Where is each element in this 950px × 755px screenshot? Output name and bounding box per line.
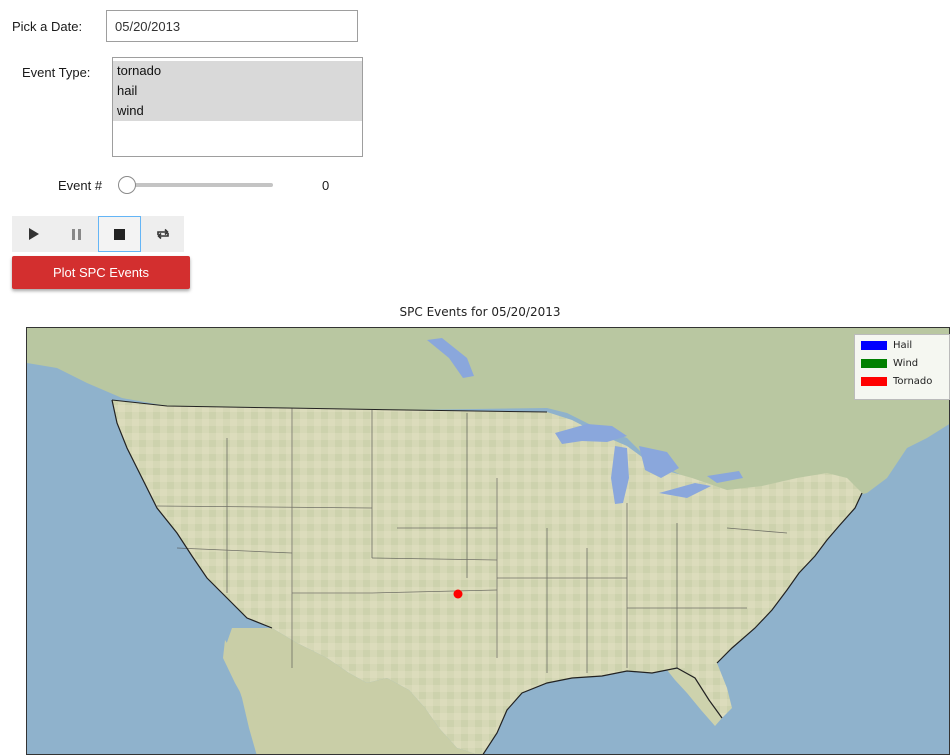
- us-map: [27, 328, 949, 754]
- legend-label-hail: Hail: [893, 340, 913, 351]
- map-plot: [26, 327, 950, 755]
- stop-button[interactable]: [98, 216, 141, 252]
- date-label: Pick a Date:: [12, 19, 83, 34]
- legend-swatch-wind: [861, 359, 887, 368]
- stop-icon: [114, 228, 125, 240]
- repeat-button[interactable]: [141, 216, 184, 252]
- event-number-label: Event #: [58, 178, 103, 193]
- date-input[interactable]: [106, 10, 358, 42]
- event-slider-handle[interactable]: [118, 176, 136, 194]
- event-slider-value: 0: [322, 178, 330, 193]
- legend-item-tornado: Tornado: [855, 374, 949, 389]
- pause-button[interactable]: [55, 216, 98, 252]
- pause-icon: [72, 228, 81, 240]
- legend-swatch-tornado: [861, 377, 887, 386]
- legend-item-wind: Wind: [855, 356, 949, 371]
- play-icon: [28, 228, 39, 240]
- event-type-option-tornado[interactable]: tornado: [113, 61, 362, 81]
- event-type-select[interactable]: tornado hail wind: [112, 57, 363, 157]
- map-title: SPC Events for 05/20/2013: [399, 305, 561, 319]
- event-type-label: Event Type:: [22, 65, 91, 80]
- map-legend: Hail Wind Tornado: [854, 334, 950, 400]
- event-type-option-wind[interactable]: wind: [113, 101, 362, 121]
- legend-label-wind: Wind: [893, 358, 919, 369]
- plot-spc-events-button[interactable]: Plot SPC Events: [12, 256, 190, 289]
- legend-label-tornado: Tornado: [893, 376, 933, 387]
- tornado-event-marker: [453, 589, 463, 599]
- event-type-option-hail[interactable]: hail: [113, 81, 362, 101]
- legend-swatch-hail: [861, 341, 887, 350]
- event-slider-track[interactable]: [126, 183, 273, 187]
- player-controls: [12, 216, 184, 252]
- play-button[interactable]: [12, 216, 55, 252]
- legend-item-hail: Hail: [855, 338, 949, 353]
- repeat-icon: [156, 228, 169, 240]
